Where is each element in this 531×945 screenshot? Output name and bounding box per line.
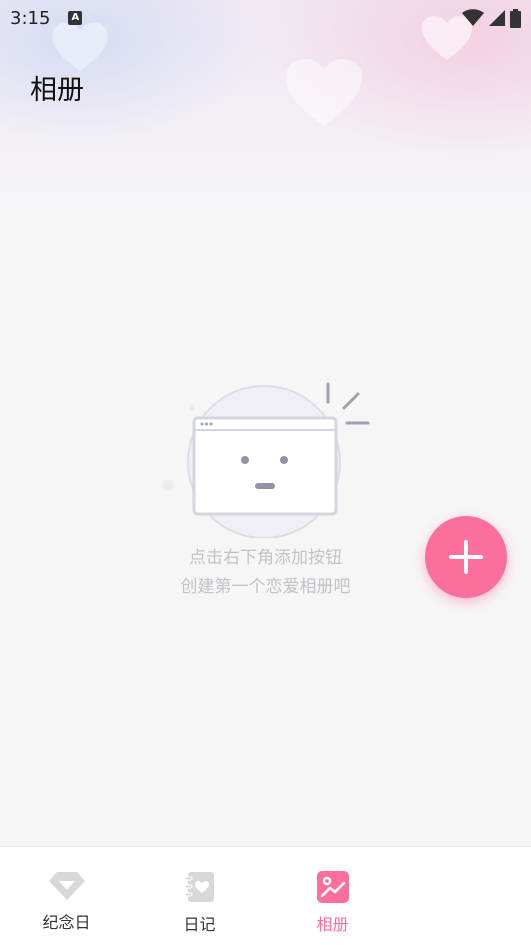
- battery-icon: [510, 8, 521, 28]
- a-icon: A: [68, 11, 83, 25]
- plus-icon: [449, 540, 483, 574]
- bottom-nav: 纪念日 日记 相册: [0, 846, 531, 945]
- nav-label-diary: 日记: [183, 915, 216, 934]
- status-time: 3:15: [10, 7, 51, 29]
- page-title: 相册: [30, 75, 84, 106]
- album-icon: [316, 871, 349, 903]
- diamond-icon: [48, 872, 85, 900]
- nav-item-anniversary[interactable]: 纪念日: [0, 847, 133, 945]
- add-album-button[interactable]: [425, 516, 507, 598]
- nav-label-anniversary: 纪念日: [42, 913, 91, 932]
- diary-icon: [184, 872, 214, 902]
- empty-album-illustration-icon: [162, 382, 370, 538]
- nav-label-album: 相册: [316, 915, 349, 934]
- status-bar: 3:15 A: [0, 0, 531, 36]
- status-icons: [462, 8, 521, 28]
- nav-item-album[interactable]: 相册: [266, 847, 399, 945]
- nav-item-diary[interactable]: 日记: [133, 847, 266, 945]
- signal-icon: [489, 10, 505, 26]
- heart-decoration-icon: [286, 59, 362, 126]
- wifi-icon: [462, 9, 484, 26]
